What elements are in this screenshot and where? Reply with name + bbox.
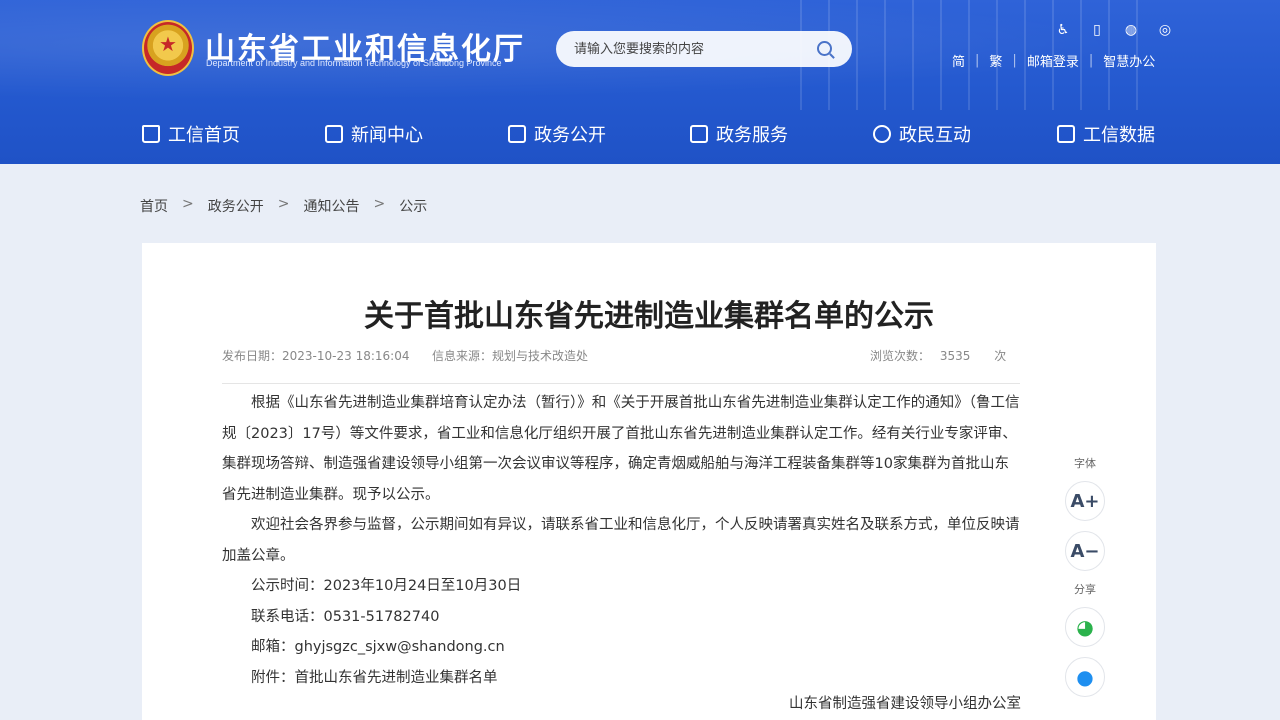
article-panel: 关于首批山东省先进制造业集群名单的公示 发布日期：2023-10-23 18:1… bbox=[142, 243, 1156, 720]
nav-label: 政务公开 bbox=[534, 125, 606, 146]
database-icon bbox=[1057, 125, 1075, 143]
news-icon bbox=[325, 125, 343, 143]
signature: 山东省制造强省建设领导小组办公室 bbox=[789, 696, 1021, 712]
national-emblem-logo[interactable] bbox=[142, 20, 194, 76]
home-icon bbox=[142, 125, 160, 143]
attachment-link[interactable]: 附件：首批山东省先进制造业集群名单 bbox=[222, 663, 1020, 694]
source-value: 规划与技术改造处 bbox=[492, 349, 589, 363]
nav-item-home[interactable]: 工信首页 bbox=[142, 112, 240, 156]
article-body: 根据《山东省先进制造业集群培育认定办法（暂行）》和《关于开展首批山东省先进制造业… bbox=[222, 388, 1020, 693]
font-decrease-button[interactable]: A− bbox=[1065, 531, 1105, 571]
breadcrumb-gov-affairs[interactable]: 政务公开 bbox=[208, 196, 264, 216]
views-value: 3535 bbox=[939, 349, 971, 363]
paragraph: 欢迎社会各界参与监督，公示期间如有异议，请联系省工业和信息化厅，个人反映请署真实… bbox=[222, 517, 1020, 564]
article-title: 关于首批山东省先进制造业集群名单的公示 bbox=[364, 299, 934, 334]
top-links: 简 | 繁 | 邮箱登录 | 智慧办公 bbox=[952, 51, 1155, 70]
monitor-icon bbox=[508, 125, 526, 143]
separator: | bbox=[1088, 53, 1094, 68]
qq-share-icon[interactable]: ● bbox=[1065, 657, 1105, 697]
views-label: 浏览次数： bbox=[870, 349, 931, 363]
notice-period: 公示时间：2023年10月24日至10月30日 bbox=[251, 578, 522, 594]
accessibility-icon[interactable]: ♿ bbox=[1055, 22, 1071, 38]
date-label: 发布日期： bbox=[222, 349, 283, 363]
nav-item-interaction[interactable]: 政民互动 bbox=[873, 112, 971, 156]
nav-label: 工信首页 bbox=[168, 125, 240, 146]
views-unit: 次 bbox=[994, 349, 1007, 363]
tool-icons: ♿ ▯ ◍ ◎ bbox=[1055, 22, 1173, 38]
breadcrumb: 首页 > 政务公开 > 通知公告 > 公示 bbox=[140, 196, 427, 216]
site-header: 山东省工业和信息化厅 Department of Industry and In… bbox=[0, 0, 1280, 164]
font-increase-button[interactable]: A+ bbox=[1065, 481, 1105, 521]
main-nav: 工信首页 新闻中心 政务公开 政务服务 政民互动 工信数据 bbox=[0, 112, 1280, 156]
search-input[interactable] bbox=[574, 31, 804, 67]
search-icon[interactable] bbox=[817, 41, 832, 56]
nav-label: 新闻中心 bbox=[351, 125, 423, 146]
breadcrumb-home[interactable]: 首页 bbox=[140, 196, 168, 216]
nav-label: 政民互动 bbox=[899, 125, 971, 146]
wechat-share-icon[interactable]: ◕ bbox=[1065, 607, 1105, 647]
font-size-label: 字体 bbox=[1074, 457, 1096, 470]
mobile-icon[interactable]: ▯ bbox=[1089, 22, 1105, 38]
nav-item-gov-affairs[interactable]: 政务公开 bbox=[508, 112, 606, 156]
nav-label: 工信数据 bbox=[1083, 125, 1155, 146]
nav-item-news[interactable]: 新闻中心 bbox=[325, 112, 423, 156]
weibo-icon[interactable]: ◎ bbox=[1157, 22, 1173, 38]
chat-icon bbox=[873, 125, 891, 143]
publish-date: 发布日期：2023-10-23 18:16:04 bbox=[222, 347, 409, 364]
breadcrumb-separator: > bbox=[373, 196, 386, 212]
contact-phone: 联系电话：0531-51782740 bbox=[251, 608, 440, 625]
nav-item-gov-service[interactable]: 政务服务 bbox=[690, 112, 788, 156]
site-subtitle: Department of Industry and Information T… bbox=[206, 58, 502, 68]
source-label: 信息来源： bbox=[432, 349, 493, 363]
nav-label: 政务服务 bbox=[716, 125, 788, 146]
mail-login-link[interactable]: 邮箱登录 bbox=[1027, 51, 1079, 70]
simplified-link[interactable]: 简 bbox=[952, 51, 965, 70]
nav-item-data[interactable]: 工信数据 bbox=[1057, 112, 1155, 156]
share-label: 分享 bbox=[1074, 583, 1096, 596]
wechat-icon[interactable]: ◍ bbox=[1123, 22, 1139, 38]
paragraph: 根据《山东省先进制造业集群培育认定办法（暂行）》和《关于开展首批山东省先进制造业… bbox=[222, 395, 1020, 503]
meta-divider bbox=[222, 383, 1020, 384]
contact-email: 邮箱：ghyjsgzc_sjxw@shandong.cn bbox=[251, 639, 505, 655]
breadcrumb-notices[interactable]: 通知公告 bbox=[303, 196, 359, 216]
side-toolbar: 字体 A+ A− 分享 ◕ ● bbox=[1065, 455, 1105, 707]
search-box bbox=[556, 31, 852, 67]
smart-office-link[interactable]: 智慧办公 bbox=[1103, 51, 1155, 70]
breadcrumb-current[interactable]: 公示 bbox=[399, 196, 427, 216]
separator: | bbox=[975, 53, 980, 68]
view-count: 浏览次数： 3535 次 bbox=[870, 347, 1006, 364]
separator: | bbox=[1012, 53, 1017, 68]
traditional-link[interactable]: 繁 bbox=[989, 51, 1002, 70]
breadcrumb-separator: > bbox=[182, 196, 194, 212]
breadcrumb-separator: > bbox=[277, 196, 290, 212]
info-source: 信息来源：规划与技术改造处 bbox=[432, 347, 588, 364]
service-icon bbox=[690, 125, 708, 143]
date-value: 2023-10-23 18:16:04 bbox=[282, 349, 410, 363]
